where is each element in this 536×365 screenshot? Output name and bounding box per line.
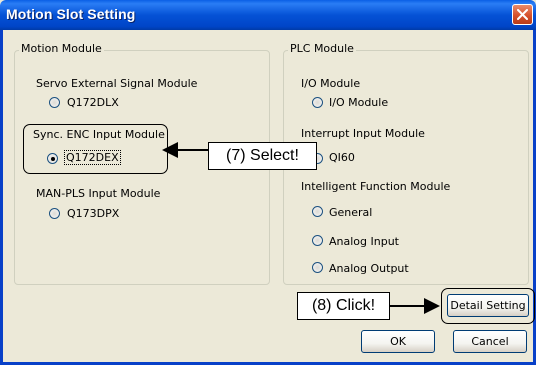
title-bar[interactable]: Motion Slot Setting	[0, 0, 536, 30]
radio-q172dlx-label[interactable]: Q172DLX	[67, 96, 119, 109]
radio-general-label[interactable]: General	[329, 206, 372, 219]
radio-analog-input[interactable]	[312, 235, 323, 246]
radio-selected-dot	[50, 156, 55, 161]
window-frame-left	[0, 30, 3, 365]
close-icon	[517, 9, 528, 20]
select-callout: (7) Select!	[208, 142, 317, 170]
io-module-heading: I/O Module	[301, 77, 361, 90]
click-arrow	[390, 298, 440, 314]
servo-external-signal-heading: Servo External Signal Module	[36, 77, 198, 90]
cancel-button[interactable]: Cancel	[453, 330, 527, 353]
close-button[interactable]	[512, 4, 533, 25]
radio-analog-output[interactable]	[312, 262, 323, 273]
radio-q173dpx-label[interactable]: Q173DPX	[67, 207, 119, 220]
radio-q173dpx[interactable]	[49, 208, 60, 219]
radio-general[interactable]	[312, 206, 323, 217]
window-title: Motion Slot Setting	[6, 6, 136, 22]
detail-setting-button[interactable]: Detail Setting	[447, 294, 529, 317]
radio-qi60-label[interactable]: QI60	[329, 151, 355, 164]
radio-q172dlx[interactable]	[49, 97, 60, 108]
plc-module-legend: PLC Module	[288, 42, 356, 55]
radio-q172dex[interactable]	[47, 153, 58, 164]
sync-enc-input-heading: Sync. ENC Input Module	[33, 128, 165, 141]
motion-module-legend: Motion Module	[19, 42, 104, 55]
radio-io-module[interactable]	[312, 97, 323, 108]
radio-analog-output-label[interactable]: Analog Output	[329, 262, 409, 275]
click-callout: (8) Click!	[297, 292, 390, 320]
man-pls-input-heading: MAN-PLS Input Module	[36, 187, 161, 200]
intelligent-function-heading: Intelligent Function Module	[301, 180, 451, 193]
radio-q172dex-label[interactable]: Q172DEX	[64, 150, 121, 165]
ok-button[interactable]: OK	[361, 330, 435, 353]
radio-analog-input-label[interactable]: Analog Input	[329, 235, 399, 248]
interrupt-input-heading: Interrupt Input Module	[301, 127, 425, 140]
radio-io-module-label[interactable]: I/O Module	[329, 96, 388, 109]
